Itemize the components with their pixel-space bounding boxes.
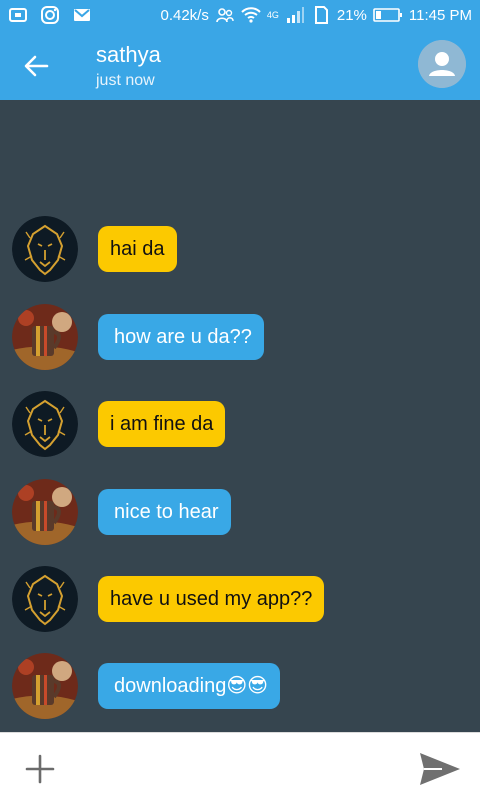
- chat-header: sathya just now: [0, 30, 480, 100]
- message-row: have u used my app??: [12, 566, 325, 632]
- lion-icon: [12, 216, 78, 282]
- contact-avatar[interactable]: [418, 40, 466, 88]
- avatar-lion[interactable]: [12, 391, 78, 457]
- network-type: 4G: [266, 10, 279, 20]
- avatar-lion[interactable]: [12, 216, 78, 282]
- message-row: nice to hear: [12, 479, 231, 545]
- message-row: i am fine da: [12, 391, 226, 457]
- mug-icon: [12, 653, 78, 719]
- plus-icon: [25, 754, 55, 784]
- battery-icon: [373, 5, 403, 25]
- sim-icon: [311, 5, 331, 25]
- status-left-icons: [8, 5, 92, 25]
- message-bubble[interactable]: how are u da??: [98, 314, 264, 360]
- message-bubble[interactable]: nice to hear: [98, 489, 231, 535]
- lion-icon: [12, 566, 78, 632]
- back-button[interactable]: [20, 50, 52, 82]
- attach-button[interactable]: [22, 751, 58, 787]
- arrow-left-icon: [24, 55, 49, 77]
- network-speed: 0.42k/s: [160, 6, 209, 24]
- signal-icon: [285, 5, 305, 25]
- mug-icon: [12, 479, 78, 545]
- contact-name: sathya: [96, 42, 161, 67]
- send-icon: [420, 753, 460, 785]
- chat-area[interactable]: hai da how are u da?? i am fine da nice …: [0, 100, 480, 732]
- avatar-mug[interactable]: [12, 653, 78, 719]
- message-bubble[interactable]: hai da: [98, 226, 177, 272]
- battery-percent: 21%: [336, 6, 367, 24]
- person-icon: [418, 40, 466, 88]
- last-seen: just now: [96, 72, 155, 89]
- avatar-lion[interactable]: [12, 566, 78, 632]
- lion-icon: [12, 391, 78, 457]
- message-input-bar: [0, 732, 480, 800]
- wifi-icon: [241, 5, 261, 25]
- status-right-icons: 0.42k/s 4G 21% 11:45 PM: [160, 5, 472, 25]
- clock: 11:45 PM: [408, 6, 472, 24]
- message-bubble[interactable]: have u used my app??: [98, 576, 325, 622]
- contacts-icon: [215, 5, 235, 25]
- instagram-icon: [40, 5, 60, 25]
- send-button[interactable]: [416, 749, 464, 789]
- message-input[interactable]: [70, 745, 400, 789]
- message-row: downloading😎😎: [12, 653, 281, 719]
- gmail-icon: [72, 5, 92, 25]
- message-row: hai da: [12, 216, 177, 282]
- screenshot-icon: [8, 5, 28, 25]
- avatar-mug[interactable]: [12, 304, 78, 370]
- message-bubble[interactable]: downloading😎😎: [98, 663, 281, 709]
- message-bubble[interactable]: i am fine da: [98, 401, 226, 447]
- status-bar: 0.42k/s 4G 21% 11:45 PM: [0, 0, 480, 30]
- message-row: how are u da??: [12, 304, 264, 370]
- avatar-mug[interactable]: [12, 479, 78, 545]
- mug-icon: [12, 304, 78, 370]
